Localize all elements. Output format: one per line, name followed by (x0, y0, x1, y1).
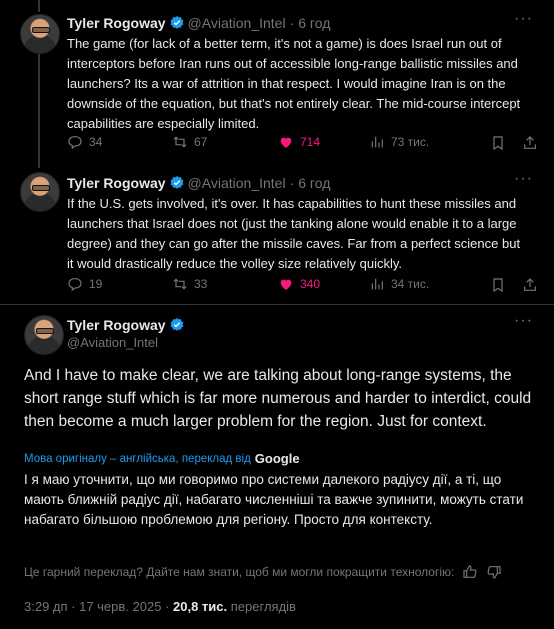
google-logo: Google (254, 451, 300, 466)
tweet-actions: 34 67 714 73 тис. (67, 134, 429, 150)
main-tweet-text: And I have to make clear, we are talking… (24, 367, 532, 430)
more-icon[interactable]: ··· (514, 170, 533, 188)
tweet-extra-actions (490, 135, 538, 151)
translated-text: І я маю уточнити, що ми говоримо про сис… (24, 472, 524, 527)
like-count: 340 (300, 277, 321, 291)
author-handle[interactable]: @Aviation_Intel (188, 15, 286, 31)
reply-count: 19 (89, 277, 103, 291)
repost-button[interactable]: 67 (172, 134, 278, 150)
translation-feedback: Це гарний переклад? Дайте нам знати, щоб… (24, 564, 502, 580)
like-count: 714 (300, 135, 321, 149)
main-author-name[interactable]: Tyler Rogoway (67, 317, 188, 333)
views-total: 20,8 тис. (173, 599, 228, 614)
thumbs-down-icon[interactable] (486, 564, 502, 580)
avatar[interactable] (20, 172, 60, 212)
tweet-text: If the U.S. gets involved, it's over. It… (67, 196, 521, 271)
repost-count: 33 (194, 277, 208, 291)
avatar[interactable] (20, 14, 60, 54)
views-button[interactable]: 34 тис. (369, 276, 429, 292)
like-button[interactable]: 714 (278, 134, 369, 150)
separator-dot: · (289, 15, 295, 31)
thread-line (38, 52, 40, 168)
share-icon[interactable] (522, 277, 538, 293)
verified-badge-icon (170, 16, 184, 29)
tweet-time[interactable]: 6 год (298, 175, 330, 191)
thread-divider (0, 304, 554, 305)
feedback-question: Це гарний переклад? Дайте нам знати, щоб… (24, 565, 455, 579)
reply-button[interactable]: 34 (67, 134, 172, 150)
views-icon (371, 136, 383, 148)
reply-icon (68, 278, 82, 292)
thread-line (38, 0, 40, 12)
translation-attribution[interactable]: Мова оригіналу – англійська, переклад ві… (24, 451, 300, 466)
views-count: 73 тис. (391, 135, 430, 149)
tweet-text: The game (for lack of a better term, it'… (67, 36, 521, 131)
verified-badge-icon (170, 176, 184, 189)
author-name[interactable]: Tyler Rogoway (67, 317, 166, 333)
reply-button[interactable]: 19 (67, 276, 172, 292)
thumbs-up-icon[interactable] (462, 564, 478, 580)
repost-icon (173, 136, 187, 148)
tweet-header: Tyler Rogoway @Aviation_Intel · 6 год (67, 15, 330, 31)
tweet-time[interactable]: 6 год (298, 15, 330, 31)
verified-badge-icon (170, 318, 184, 331)
share-icon[interactable] (522, 135, 538, 151)
views-label: переглядів (230, 599, 296, 614)
tweet-meta: 3:29 дп · 17 черв. 2025 · 20,8 тис. пере… (24, 599, 296, 614)
like-icon (280, 279, 292, 290)
separator-dot: · (289, 175, 295, 191)
author-name[interactable]: Tyler Rogoway (67, 175, 166, 191)
translation-label: Мова оригіналу – англійська, переклад ві… (24, 452, 251, 465)
like-icon (280, 137, 292, 148)
tweet-extra-actions (490, 277, 538, 293)
reply-count: 34 (89, 135, 103, 149)
avatar[interactable] (24, 315, 64, 355)
repost-count: 67 (194, 135, 208, 149)
bookmark-icon[interactable] (490, 277, 506, 293)
repost-icon (173, 278, 187, 290)
views-icon (371, 278, 383, 290)
tweet-header: Tyler Rogoway @Aviation_Intel · 6 год (67, 175, 330, 191)
repost-button[interactable]: 33 (172, 276, 278, 292)
bookmark-icon[interactable] (490, 135, 506, 151)
more-icon[interactable]: ··· (514, 10, 533, 28)
tweet-actions: 19 33 340 34 тис. (67, 276, 429, 292)
reply-icon (68, 136, 82, 150)
author-name[interactable]: Tyler Rogoway (67, 15, 166, 31)
views-button[interactable]: 73 тис. (369, 134, 429, 150)
main-author-handle[interactable]: @Aviation_Intel (67, 335, 158, 350)
more-icon[interactable]: ··· (514, 312, 533, 330)
tweet-timestamp[interactable]: 3:29 дп · 17 черв. 2025 · (24, 599, 169, 614)
views-count: 34 тис. (391, 277, 430, 291)
like-button[interactable]: 340 (278, 276, 369, 292)
author-handle[interactable]: @Aviation_Intel (188, 175, 286, 191)
